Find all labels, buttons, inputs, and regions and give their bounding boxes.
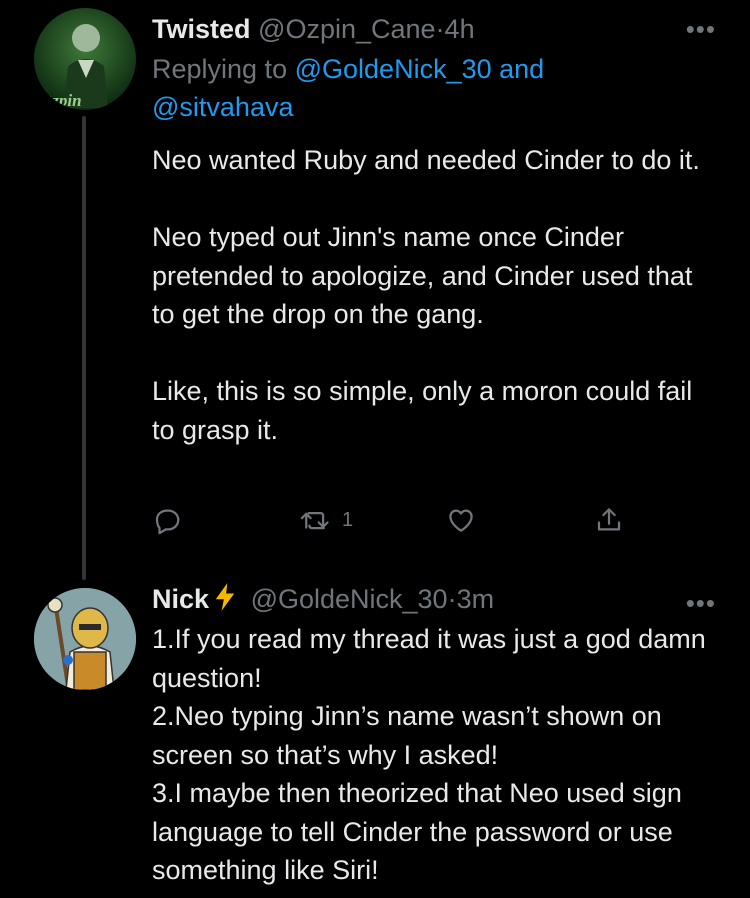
more-options-icon[interactable]: ••• xyxy=(686,588,716,619)
tweet-line: 3.I maybe then theorized that Neo used s… xyxy=(152,778,682,885)
avatar-nick-image xyxy=(34,588,136,690)
user-handle[interactable]: @Ozpin_Cane xyxy=(258,14,436,44)
lightning-bolt-icon xyxy=(215,583,235,611)
tweet-line: 2.Neo typing Jinn’s name wasn’t shown on… xyxy=(152,701,662,770)
retweet-button[interactable]: 1 xyxy=(300,502,353,538)
tweet-actions: 1 xyxy=(152,502,652,538)
share-icon xyxy=(597,508,621,531)
tweet-nick[interactable]: Nick @GoldeNick_30·3m ••• 1.If you read … xyxy=(0,580,750,898)
separator-dot: · xyxy=(435,14,445,44)
tweet-text: Neo wanted Ruby and needed Cinder to do … xyxy=(152,141,712,449)
retweet-icon xyxy=(300,512,329,530)
tweet-line: 1.If you read my thread it was just a go… xyxy=(152,624,706,693)
separator-dot: · xyxy=(447,584,457,614)
tweet-paragraph: Like, this is so simple, only a moron co… xyxy=(152,376,693,445)
avatar-twisted-image: Ozpin xyxy=(34,8,136,110)
share-button[interactable] xyxy=(594,502,624,538)
mention-goldenick[interactable]: @GoldeNick_30 xyxy=(295,54,492,84)
like-icon xyxy=(449,509,473,532)
reply-icon xyxy=(155,509,180,535)
replying-to: Replying to @GoldeNick_30 and @sitvahava xyxy=(152,50,712,126)
display-name[interactable]: Twisted xyxy=(152,14,251,44)
tweet-paragraph: Neo typed out Jinn's name once Cinder pr… xyxy=(152,222,693,329)
svg-text:Ozpin: Ozpin xyxy=(40,91,82,110)
reply-button[interactable] xyxy=(152,502,182,538)
timestamp[interactable]: 4h xyxy=(445,14,475,44)
tweet-paragraph: Neo wanted Ruby and needed Cinder to do … xyxy=(152,145,700,175)
avatar-nick[interactable] xyxy=(34,588,136,690)
like-button[interactable] xyxy=(446,502,476,538)
avatar-twisted[interactable]: Ozpin xyxy=(34,8,136,110)
tweet-text: 1.If you read my thread it was just a go… xyxy=(152,620,712,890)
timestamp[interactable]: 3m xyxy=(457,584,495,614)
tweet-header: Nick @GoldeNick_30·3m xyxy=(152,582,494,616)
replying-to-label: Replying to xyxy=(152,54,288,84)
display-name[interactable]: Nick xyxy=(152,584,209,614)
thread-line xyxy=(82,116,86,580)
mention-and[interactable]: and xyxy=(499,54,544,84)
tweet-twisted[interactable]: Ozpin Twisted @Ozpin_Cane·4h ••• Replyin… xyxy=(0,0,750,580)
tweet-header: Twisted @Ozpin_Cane·4h xyxy=(152,12,475,46)
mention-sitvahava[interactable]: @sitvahava xyxy=(152,92,293,122)
user-handle[interactable]: @GoldeNick_30 xyxy=(251,584,448,614)
more-options-icon[interactable]: ••• xyxy=(686,14,716,45)
retweet-count: 1 xyxy=(342,508,354,531)
